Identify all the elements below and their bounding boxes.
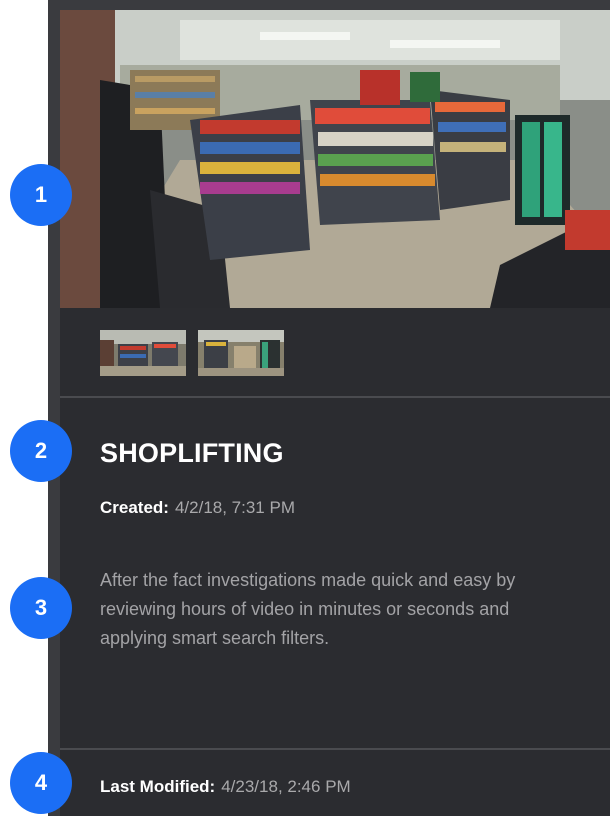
thumbnail-strip	[100, 330, 284, 376]
event-title: SHOPLIFTING	[100, 438, 284, 468]
camera-thumbnail-2[interactable]	[198, 330, 284, 376]
event-description: After the fact investigations made quick…	[100, 570, 516, 648]
modified-info: Last Modified: 4/23/18, 2:46 PM	[100, 777, 351, 797]
divider-bottom	[60, 748, 610, 750]
callout-badge-3: 3	[10, 577, 72, 639]
modified-label: Last Modified:	[100, 777, 216, 796]
created-info: Created: 4/2/18, 7:31 PM	[100, 498, 295, 518]
created-label: Created:	[100, 498, 169, 517]
event-card: SHOPLIFTING Created: 4/2/18, 7:31 PM Afte…	[48, 0, 610, 816]
callout-badge-4: 4	[10, 752, 72, 814]
modified-value: 4/23/18, 2:46 PM	[221, 777, 351, 796]
callout-badge-1: 1	[10, 164, 72, 226]
divider-top	[60, 396, 610, 398]
store-camera-image[interactable]	[60, 10, 610, 308]
created-value: 4/2/18, 7:31 PM	[174, 498, 295, 517]
camera-thumbnail-1[interactable]	[100, 330, 186, 376]
callout-badge-2: 2	[10, 420, 72, 482]
